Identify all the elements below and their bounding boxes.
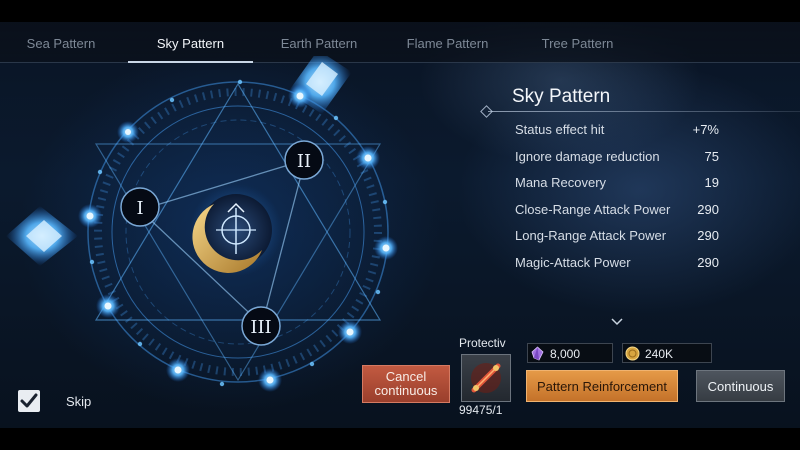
stat-name: Close-Range Attack Power <box>515 202 671 217</box>
stat-name: Ignore damage reduction <box>515 149 660 164</box>
stat-value: 75 <box>704 149 719 164</box>
stat-name: Long-Range Attack Power <box>515 228 667 243</box>
protection-scroll-icon <box>471 363 501 393</box>
stat-row: Magic-Attack Power 290 <box>515 255 725 275</box>
stat-value: 290 <box>697 255 719 270</box>
game-screen: Sea Pattern Sky Pattern Earth Pattern Fl… <box>0 0 800 450</box>
stat-row: Long-Range Attack Power 290 <box>515 228 725 248</box>
stat-row: Status effect hit +7% <box>515 122 725 142</box>
crystal-amount: 8,000 <box>550 347 581 361</box>
protection-label: Protectiv <box>459 336 506 350</box>
crystal-currency: 8,000 <box>527 343 613 363</box>
node-ii[interactable]: II <box>284 140 324 180</box>
skip-checkbox[interactable] <box>18 390 40 412</box>
continuous-button[interactable]: Continuous <box>696 370 785 402</box>
tab-tree-pattern[interactable]: Tree Pattern <box>515 22 640 62</box>
protection-item-slot[interactable] <box>461 354 511 402</box>
stat-name: Mana Recovery <box>515 175 607 190</box>
pattern-reinforcement-button[interactable]: Pattern Reinforcement <box>526 370 678 402</box>
svg-text:II: II <box>297 151 311 172</box>
gold-amount: 240K <box>645 347 674 361</box>
letterbox-top <box>0 0 800 22</box>
stats-title: Sky Pattern <box>512 86 611 107</box>
stat-row: Close-Range Attack Power 290 <box>515 202 725 222</box>
stat-value: 290 <box>697 202 719 217</box>
node-i[interactable]: I <box>120 187 160 227</box>
node-iii[interactable]: III <box>241 306 281 346</box>
purple-crystal-icon <box>531 346 544 361</box>
skip-label: Skip <box>66 394 92 409</box>
gold-currency: 240K <box>622 343 712 363</box>
stat-value: 290 <box>697 228 719 243</box>
stat-row: Ignore damage reduction 75 <box>515 149 725 169</box>
letterbox-bottom <box>0 428 800 450</box>
stat-value: 19 <box>704 175 719 190</box>
stat-name: Magic-Attack Power <box>515 255 631 270</box>
stat-value: +7% <box>692 122 719 137</box>
gold-coin-icon <box>625 346 640 361</box>
cancel-continuous-button[interactable]: Cancel continuous <box>362 365 450 403</box>
svg-text:III: III <box>250 317 271 338</box>
left-glow-diamond-icon <box>6 206 78 266</box>
protection-count: 99475/1 <box>459 403 503 417</box>
checkmark-icon <box>20 393 38 408</box>
stat-row: Mana Recovery 19 <box>515 175 725 195</box>
title-divider <box>488 111 800 112</box>
svg-text:I: I <box>136 198 143 219</box>
chevron-down-icon[interactable] <box>611 318 623 326</box>
stat-name: Status effect hit <box>515 122 605 137</box>
sky-emblem-icon <box>190 184 282 276</box>
